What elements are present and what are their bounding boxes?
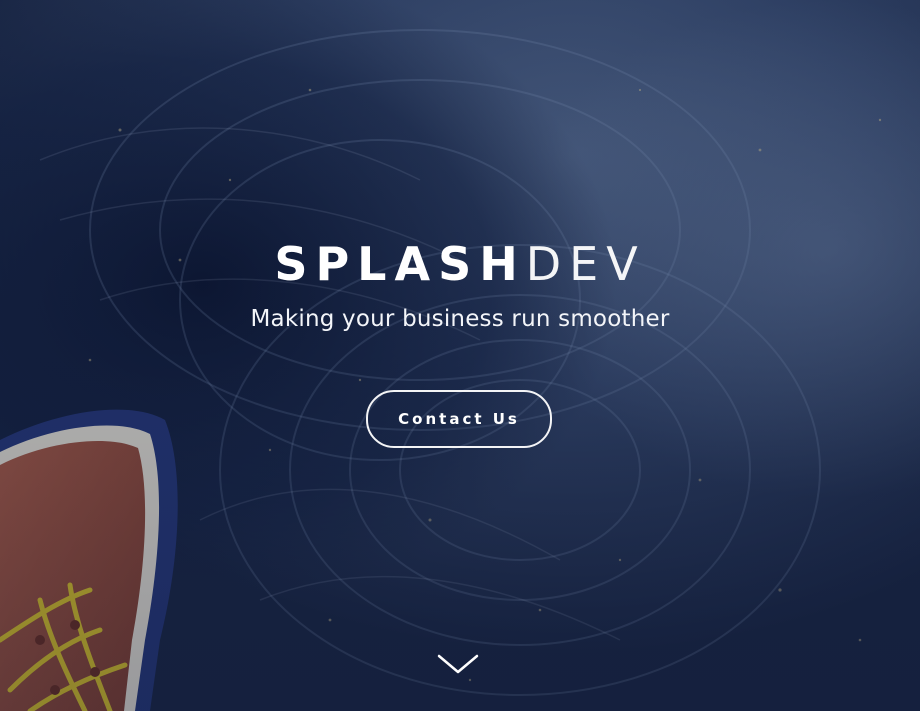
hero-background-image <box>0 0 920 711</box>
contact-us-button[interactable]: Contact Us <box>366 390 552 448</box>
site-logo[interactable]: SPLASHDEV <box>0 236 920 292</box>
chevron-down-icon[interactable] <box>437 650 479 678</box>
logo-light-text: DEV <box>525 237 646 291</box>
logo-bold-text: SPLASH <box>274 237 526 291</box>
hero-section: SPLASHDEV Making your business run smoot… <box>0 0 920 711</box>
hero-tagline: Making your business run smoother <box>250 306 670 332</box>
